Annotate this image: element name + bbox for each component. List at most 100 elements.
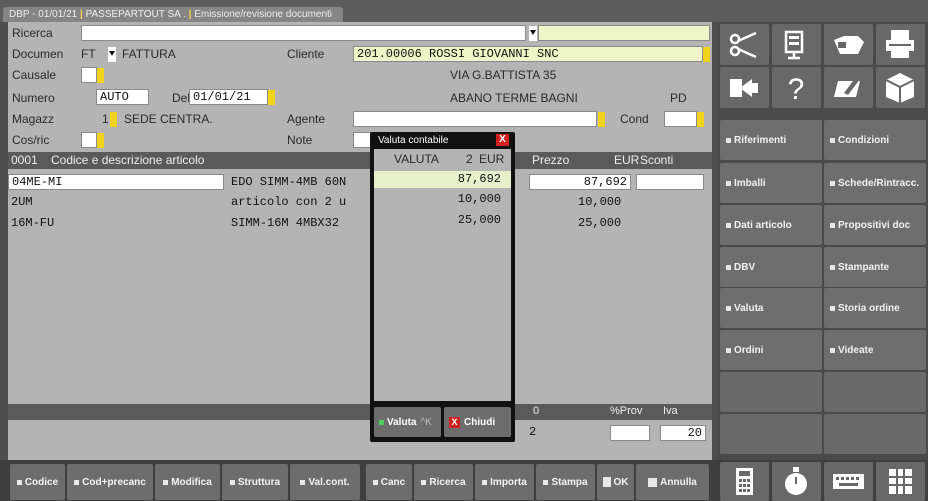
cut-icon[interactable] xyxy=(720,24,769,65)
agente-dropdown-icon[interactable] xyxy=(598,112,605,127)
printer-icon[interactable] xyxy=(876,24,925,65)
propositivi-doc-button[interactable]: Propositivi doc xyxy=(824,205,926,245)
modifica-button[interactable]: Modifica xyxy=(155,464,220,500)
val-cont-button[interactable]: Val.cont. xyxy=(290,464,360,500)
prov-input[interactable] xyxy=(610,425,650,441)
ordini-button[interactable]: Ordini xyxy=(720,330,822,370)
valuta-button[interactable]: Valuta ^K xyxy=(374,407,441,437)
dbv-button[interactable]: DBV xyxy=(720,247,822,287)
annulla-button[interactable]: Annulla xyxy=(636,464,709,500)
square-icon xyxy=(229,479,235,485)
row2-code[interactable]: 2UM xyxy=(11,195,33,209)
ricerca-extra-field[interactable] xyxy=(538,25,710,41)
valuta-panel-button[interactable]: Valuta xyxy=(720,288,822,328)
stopwatch-icon[interactable] xyxy=(772,462,821,501)
ok-button[interactable]: OK xyxy=(597,464,634,500)
valuta-value-row1[interactable]: 87,692 xyxy=(374,171,511,188)
documento-code[interactable]: FT xyxy=(81,46,96,62)
help-icon[interactable]: ? xyxy=(772,67,821,108)
cliente-input[interactable]: 201.00006 ROSSI GIOVANNI SNC xyxy=(353,46,703,62)
iva-input[interactable]: 20 xyxy=(660,425,706,441)
cond-input[interactable] xyxy=(664,111,697,127)
ricerca-button-label: Ricerca xyxy=(429,476,466,488)
canc-button[interactable]: Canc xyxy=(366,464,412,500)
cosric-dropdown-icon[interactable] xyxy=(97,133,104,148)
valuta-column-label: VALUTA xyxy=(394,152,439,166)
cliente-label: Cliente xyxy=(287,47,325,61)
schede-rintracc-button[interactable]: Schede/Rintracc. xyxy=(824,163,926,203)
magazz-dropdown-icon[interactable] xyxy=(110,112,117,127)
right-panel: ? Riferimenti Condizioni Imballi Schede/… xyxy=(718,22,928,460)
numero-input[interactable]: AUTO xyxy=(96,89,149,105)
struttura-button[interactable]: Struttura xyxy=(222,464,288,500)
cond-dropdown-icon[interactable] xyxy=(697,112,704,127)
grid-icon[interactable] xyxy=(876,462,925,501)
row3-code[interactable]: 16M-FU xyxy=(11,216,54,230)
eraser-icon[interactable] xyxy=(824,24,873,65)
ricerca-input[interactable] xyxy=(81,25,526,41)
stampante-button[interactable]: Stampante xyxy=(824,247,926,287)
dati-articolo-button[interactable]: Dati articolo xyxy=(720,205,822,245)
magazz-desc: SEDE CENTRA. xyxy=(124,112,213,126)
import-icon[interactable] xyxy=(720,67,769,108)
causale-dropdown-icon[interactable] xyxy=(97,68,104,83)
totals-fragment: 0 xyxy=(533,405,540,417)
header-desc: Codice e descrizione articolo xyxy=(51,153,205,167)
square-icon xyxy=(830,264,835,270)
calculator-icon[interactable] xyxy=(720,462,769,501)
magazz-value[interactable]: 1 xyxy=(102,111,109,127)
totals-header: 0 %Prov Iva xyxy=(8,404,712,420)
square-icon xyxy=(648,477,658,487)
row2-desc[interactable]: articolo con 2 u xyxy=(231,195,346,209)
stampa-button[interactable]: Stampa xyxy=(536,464,595,500)
grid-header: 0001 Codice e descrizione articolo Prezz… xyxy=(8,152,712,169)
square-icon xyxy=(163,479,169,485)
importa-button[interactable]: Importa xyxy=(475,464,534,500)
riferimenti-button[interactable]: Riferimenti xyxy=(720,120,822,160)
importa-label: Importa xyxy=(490,476,527,488)
cliente-dropdown-icon[interactable] xyxy=(703,47,710,62)
cod-precanc-label: Cod+precanc xyxy=(82,476,146,488)
valuta-currency: EUR xyxy=(479,152,505,166)
storia-ordine-button[interactable]: Storia ordine xyxy=(824,288,926,328)
cosric-input[interactable] xyxy=(81,132,97,148)
videate-button[interactable]: Videate xyxy=(824,330,926,370)
causale-input[interactable] xyxy=(81,67,97,83)
del-date-input[interactable]: 01/01/21 xyxy=(189,89,268,105)
del-dropdown-icon[interactable] xyxy=(268,90,275,105)
ricerca-button[interactable]: Ricerca xyxy=(414,464,473,500)
cod-precanc-button[interactable]: Cod+precanc xyxy=(67,464,153,500)
edit-icon[interactable] xyxy=(824,67,873,108)
empty-panel-button xyxy=(824,372,926,412)
chiudi-x-icon: X xyxy=(449,416,460,428)
numero-label: Numero xyxy=(12,91,55,105)
causale-label: Causale xyxy=(12,68,57,82)
tab-title: Emissione/revisione documenti xyxy=(194,9,333,20)
imballi-button[interactable]: Imballi xyxy=(720,163,822,203)
row3-desc[interactable]: SIMM-16M 4MBX32 xyxy=(231,216,339,230)
row1-desc[interactable]: EDO SIMM-4MB 60N xyxy=(231,175,346,189)
valuta-value-row2[interactable]: 10,000 xyxy=(374,192,511,206)
row2-prezzo[interactable]: 10,000 xyxy=(578,195,621,209)
codice-button[interactable]: Codice xyxy=(10,464,65,500)
cosric-label: Cos/ric xyxy=(12,133,50,147)
valuta-value-row3[interactable]: 25,000 xyxy=(374,213,511,227)
tab-context: DBP - 01/01/21 xyxy=(9,9,78,20)
paste-icon[interactable] xyxy=(772,24,821,65)
condizioni-button[interactable]: Condizioni xyxy=(824,120,926,160)
square-icon xyxy=(726,264,731,270)
ricerca-dropdown-icon[interactable] xyxy=(529,26,537,41)
package-icon[interactable] xyxy=(876,67,925,108)
row3-prezzo[interactable]: 25,000 xyxy=(578,216,621,230)
videate-label: Videate xyxy=(838,344,874,356)
documento-dropdown-icon[interactable] xyxy=(108,47,116,62)
dialog-close-button[interactable]: X xyxy=(496,134,509,146)
chiudi-button[interactable]: X Chiudi xyxy=(444,407,511,437)
row1-prezzo[interactable]: 87,692 xyxy=(529,174,631,190)
chiudi-button-label: Chiudi xyxy=(464,416,496,428)
keyboard-icon[interactable] xyxy=(824,462,873,501)
row1-sconti[interactable] xyxy=(636,174,704,190)
agente-input[interactable] xyxy=(353,111,597,127)
window-tab[interactable]: DBP - 01/01/21 | PASSEPARTOUT SA . | Emi… xyxy=(3,7,343,22)
row1-code-input[interactable]: 04ME-MI xyxy=(8,174,224,190)
